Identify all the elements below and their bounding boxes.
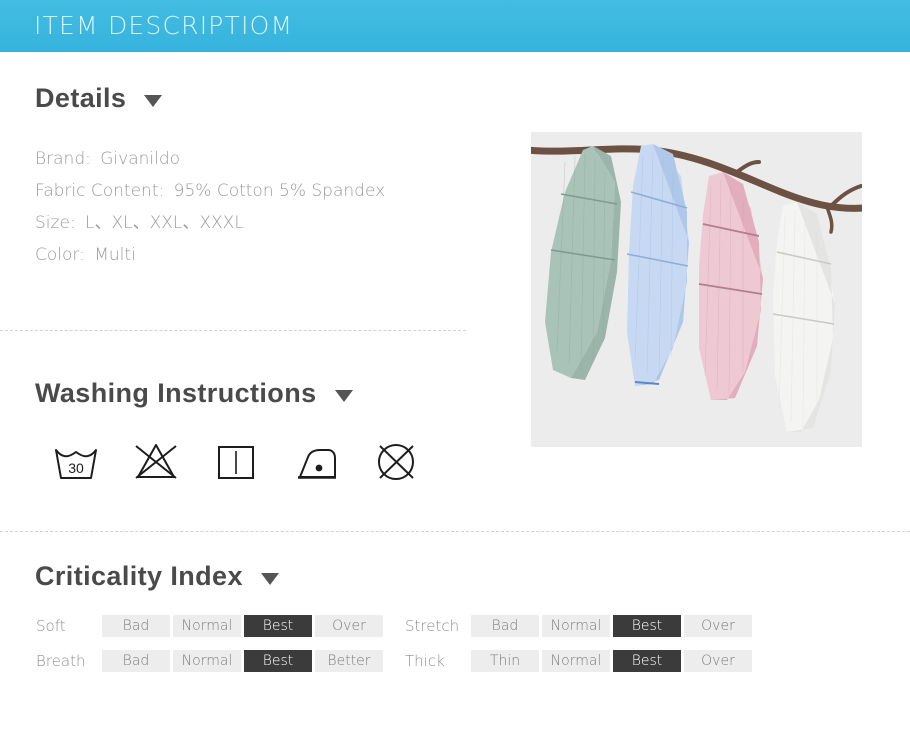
section-divider — [0, 531, 910, 532]
criticality-cell[interactable]: Over — [684, 615, 752, 637]
criticality-cell[interactable]: Normal — [542, 650, 610, 672]
list-item: Brand: Givanildo — [35, 143, 385, 175]
page-header: ITEM DESCRIPTIOM — [0, 0, 910, 52]
criticality-cell-selected[interactable]: Best — [244, 615, 312, 637]
detail-label: Brand: — [35, 149, 91, 169]
table-row: Soft Bad Normal Best Over Stretch Bad No… — [36, 615, 752, 637]
criticality-scale: Bad Normal Best Over — [471, 615, 752, 637]
washing-section-header[interactable]: Washing Instructions — [35, 378, 353, 409]
iron-low-icon — [288, 432, 344, 488]
criticality-row-label: Soft — [36, 617, 66, 635]
wash-30-icon: 30 — [48, 432, 104, 488]
washing-icon-list: 30 — [48, 432, 424, 488]
drip-dry-icon — [208, 432, 264, 488]
criticality-scale: Bad Normal Best Over — [102, 615, 383, 637]
criticality-heading: Criticality Index — [35, 561, 243, 591]
criticality-row-label: Thick — [405, 652, 445, 670]
detail-value: Multi — [94, 245, 136, 265]
details-heading: Details — [35, 83, 127, 113]
criticality-cell[interactable]: Bad — [102, 650, 170, 672]
chevron-down-icon[interactable] — [334, 389, 353, 402]
list-item: Fabric Content: 95% Cotton 5% Spandex — [35, 175, 385, 207]
table-row: Breath Bad Normal Best Better Thick Thin… — [36, 650, 752, 672]
washing-heading: Washing Instructions — [35, 378, 317, 408]
criticality-cell-selected[interactable]: Best — [613, 650, 681, 672]
chevron-down-icon[interactable] — [144, 94, 163, 107]
criticality-cell-selected[interactable]: Best — [244, 650, 312, 672]
criticality-scale: Thin Normal Best Over — [471, 650, 752, 672]
list-item: Size: L、XL、XXL、XXXL — [35, 207, 385, 239]
criticality-scale: Bad Normal Best Better — [102, 650, 383, 672]
criticality-cell[interactable]: Bad — [471, 615, 539, 637]
detail-value: L、XL、XXL、XXXL — [85, 213, 244, 233]
page-title: ITEM DESCRIPTIOM — [34, 11, 294, 40]
criticality-cell[interactable]: Bad — [102, 615, 170, 637]
details-list: Brand: Givanildo Fabric Content: 95% Cot… — [35, 143, 385, 271]
do-not-bleach-icon — [128, 432, 184, 488]
criticality-row-label: Breath — [36, 652, 86, 670]
detail-label: Fabric Content: — [35, 181, 165, 201]
criticality-cell[interactable]: Better — [315, 650, 383, 672]
do-not-dry-clean-icon — [368, 432, 424, 488]
detail-label: Size: — [35, 213, 76, 233]
criticality-section-header[interactable]: Criticality Index — [35, 561, 279, 592]
criticality-row-label: Stretch — [405, 617, 460, 635]
criticality-cell-selected[interactable]: Best — [613, 615, 681, 637]
section-divider — [0, 330, 466, 331]
details-section-header[interactable]: Details — [35, 83, 163, 114]
detail-value: 95% Cotton 5% Spandex — [173, 181, 386, 201]
criticality-cell[interactable]: Normal — [173, 615, 241, 637]
criticality-cell[interactable]: Normal — [173, 650, 241, 672]
detail-label: Color: — [35, 245, 85, 265]
criticality-cell[interactable]: Over — [684, 650, 752, 672]
criticality-cell[interactable]: Over — [315, 615, 383, 637]
product-image — [531, 132, 862, 447]
criticality-cell[interactable]: Thin — [471, 650, 539, 672]
wash-temperature-label: 30 — [68, 460, 84, 476]
criticality-cell[interactable]: Normal — [542, 615, 610, 637]
chevron-down-icon[interactable] — [260, 572, 279, 585]
criticality-table: Soft Bad Normal Best Over Stretch Bad No… — [36, 615, 752, 685]
list-item: Color: Multi — [35, 239, 385, 271]
detail-value: Givanildo — [100, 149, 181, 169]
